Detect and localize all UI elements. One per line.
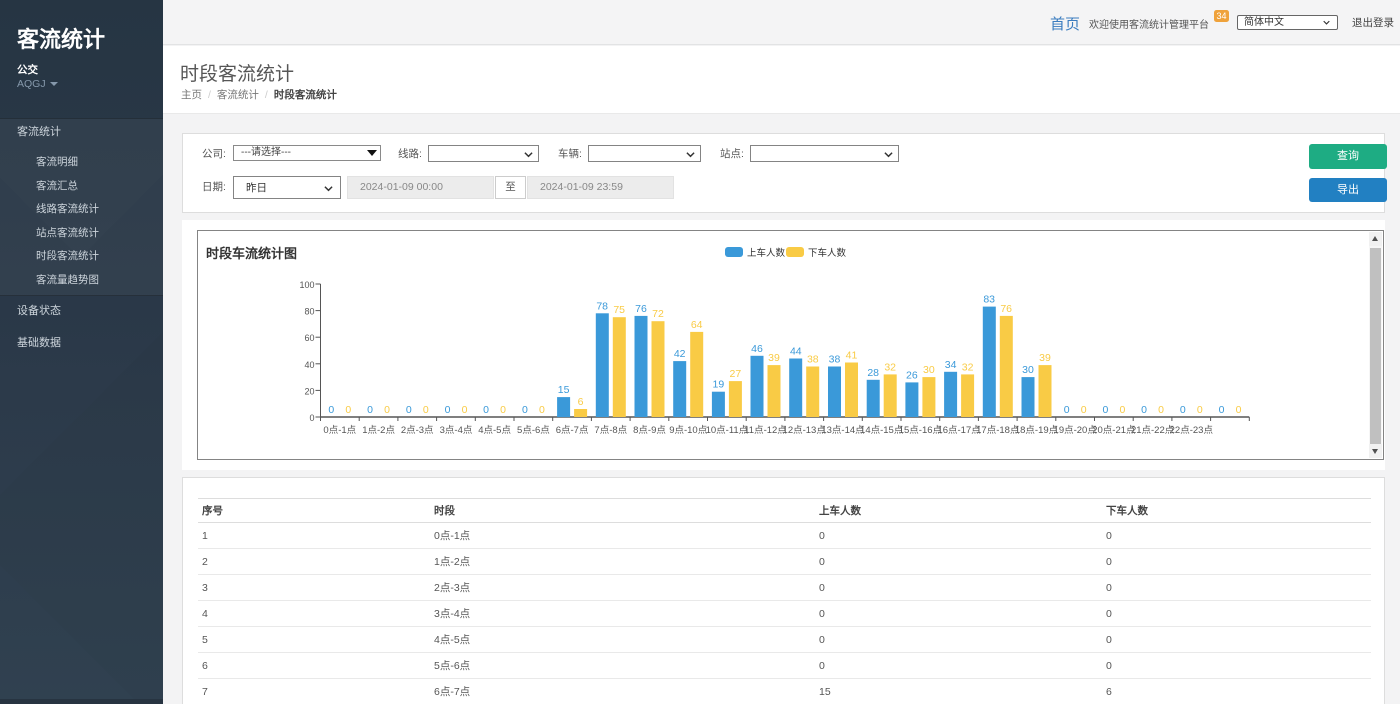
svg-text:1点-2点: 1点-2点 [362, 425, 395, 436]
svg-text:0: 0 [1236, 404, 1242, 416]
svg-text:7点-8点: 7点-8点 [594, 425, 627, 436]
svg-text:0: 0 [423, 404, 429, 416]
svg-text:38: 38 [807, 354, 819, 366]
svg-text:83: 83 [983, 294, 995, 306]
svg-text:28: 28 [867, 367, 879, 379]
svg-text:80: 80 [304, 307, 314, 317]
svg-text:41: 41 [846, 350, 858, 362]
svg-text:8点-9点: 8点-9点 [633, 425, 666, 436]
svg-text:5点-6点: 5点-6点 [517, 425, 550, 436]
svg-text:11点-12点: 11点-12点 [744, 425, 787, 436]
svg-text:75: 75 [613, 304, 625, 316]
svg-text:0: 0 [462, 404, 468, 416]
svg-text:39: 39 [768, 352, 780, 364]
svg-text:6点-7点: 6点-7点 [556, 425, 589, 436]
svg-text:0: 0 [483, 404, 489, 416]
svg-text:4点-5点: 4点-5点 [478, 425, 511, 436]
svg-text:44: 44 [790, 346, 802, 358]
svg-text:18点-19点: 18点-19点 [1015, 425, 1059, 436]
svg-text:40: 40 [304, 360, 314, 370]
svg-text:32: 32 [962, 361, 974, 373]
svg-text:0: 0 [1081, 404, 1087, 416]
svg-text:15: 15 [558, 384, 570, 396]
svg-text:0: 0 [309, 413, 314, 423]
svg-text:14点-15点: 14点-15点 [860, 425, 904, 436]
svg-text:0: 0 [406, 404, 412, 416]
svg-text:26: 26 [906, 369, 918, 381]
svg-text:3点-4点: 3点-4点 [440, 425, 473, 436]
svg-text:12点-13点: 12点-13点 [783, 425, 827, 436]
svg-text:0: 0 [345, 404, 351, 416]
svg-text:0: 0 [367, 404, 373, 416]
svg-text:30: 30 [1022, 364, 1034, 376]
svg-text:16点-17点: 16点-17点 [937, 425, 981, 436]
svg-text:10点-11点: 10点-11点 [706, 425, 749, 436]
svg-text:32: 32 [884, 361, 896, 373]
svg-text:0点-1点: 0点-1点 [323, 425, 356, 436]
svg-text:42: 42 [674, 348, 686, 360]
svg-text:6: 6 [578, 396, 584, 408]
svg-text:0: 0 [1158, 404, 1164, 416]
svg-text:19点-20点: 19点-20点 [1054, 425, 1098, 436]
svg-text:20点-21点: 20点-21点 [1092, 425, 1136, 436]
svg-text:20: 20 [304, 386, 314, 396]
svg-text:34: 34 [945, 359, 957, 371]
svg-text:39: 39 [1039, 352, 1051, 364]
svg-text:0: 0 [1102, 404, 1108, 416]
svg-text:22点-23点: 22点-23点 [1170, 425, 1214, 436]
svg-text:0: 0 [1197, 404, 1203, 416]
svg-text:76: 76 [1000, 303, 1012, 315]
svg-text:17点-18点: 17点-18点 [976, 425, 1020, 436]
svg-text:0: 0 [1180, 404, 1186, 416]
svg-text:64: 64 [691, 319, 703, 331]
svg-text:38: 38 [829, 354, 841, 366]
svg-text:0: 0 [1219, 404, 1225, 416]
svg-text:0: 0 [1119, 404, 1125, 416]
svg-text:72: 72 [652, 308, 664, 320]
svg-text:15点-16点: 15点-16点 [899, 425, 943, 436]
svg-text:46: 46 [751, 343, 763, 355]
svg-text:2点-3点: 2点-3点 [401, 425, 434, 436]
svg-text:0: 0 [1141, 404, 1147, 416]
svg-text:0: 0 [500, 404, 506, 416]
svg-text:21点-22点: 21点-22点 [1131, 425, 1175, 436]
svg-text:19: 19 [713, 379, 725, 391]
svg-text:0: 0 [384, 404, 390, 416]
svg-text:60: 60 [304, 333, 314, 343]
svg-text:0: 0 [328, 404, 334, 416]
svg-text:9点-10点: 9点-10点 [669, 425, 708, 436]
svg-text:27: 27 [730, 368, 742, 380]
svg-text:76: 76 [635, 303, 647, 315]
svg-text:0: 0 [1064, 404, 1070, 416]
svg-text:30: 30 [923, 364, 935, 376]
svg-text:0: 0 [522, 404, 528, 416]
svg-text:0: 0 [445, 404, 451, 416]
svg-text:0: 0 [539, 404, 545, 416]
svg-text:78: 78 [596, 300, 608, 312]
svg-text:13点-14点: 13点-14点 [821, 425, 865, 436]
svg-text:100: 100 [299, 280, 314, 290]
